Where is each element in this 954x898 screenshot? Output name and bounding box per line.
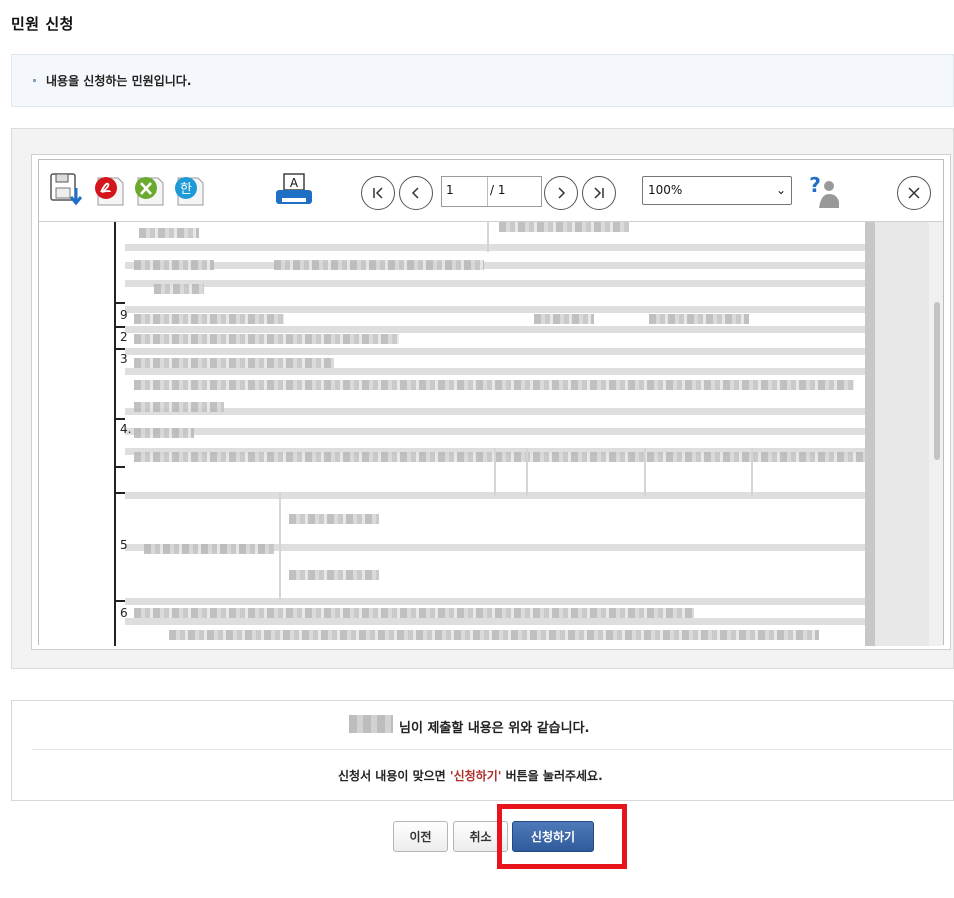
- instruction-line: 신청서 내용이 맞으면 '신청하기' 버튼을 눌러주세요.: [338, 767, 603, 784]
- page-edge: [865, 222, 875, 646]
- prev-page-icon: [411, 187, 419, 199]
- next-page-icon: [558, 187, 566, 199]
- report-viewer-frame: 한 A 1 / 1 100% ⌄ ? 9 2 3 4. 5 6: [31, 154, 951, 650]
- first-page-button[interactable]: [361, 176, 395, 210]
- instruction-suffix: 버튼을 눌러주세요.: [501, 769, 603, 783]
- row-number: 3: [120, 352, 128, 366]
- total-pages-label: / 1: [490, 183, 506, 197]
- scrollbar-thumb[interactable]: [934, 302, 940, 460]
- last-page-icon: [594, 187, 604, 199]
- page-title: 민원 신청: [11, 15, 74, 33]
- first-page-icon: [373, 187, 383, 199]
- svg-text:한: 한: [180, 182, 192, 197]
- svg-text:?: ?: [809, 173, 821, 197]
- summary-divider: [32, 749, 952, 750]
- next-page-button[interactable]: [544, 176, 578, 210]
- close-icon: [908, 187, 920, 199]
- close-viewer-button[interactable]: [897, 176, 931, 210]
- row-number: 4.: [120, 422, 132, 436]
- document-scrollbar[interactable]: [929, 222, 943, 646]
- notice-bullet: [33, 79, 36, 82]
- pdf-icon[interactable]: [92, 172, 126, 212]
- row-number: 2: [120, 330, 128, 344]
- prev-button[interactable]: 이전: [393, 821, 448, 852]
- report-viewer: 한 A 1 / 1 100% ⌄ ? 9 2 3 4. 5 6: [38, 159, 944, 646]
- zoom-select[interactable]: 100% ⌄: [642, 176, 792, 205]
- instruction-prefix: 신청서 내용이 맞으면: [338, 769, 450, 783]
- row-number: 5: [120, 538, 128, 552]
- chevron-down-icon: ⌄: [775, 183, 786, 197]
- viewer-toolbar: 한 A 1 / 1 100% ⌄ ?: [39, 160, 943, 222]
- help-icon[interactable]: ?: [807, 172, 843, 214]
- save-download-icon[interactable]: [49, 172, 85, 214]
- document-preview: 9 2 3 4. 5 6: [39, 222, 943, 646]
- masked-applicant-name: [349, 715, 393, 733]
- row-number: 9: [120, 308, 128, 322]
- svg-text:A: A: [290, 176, 299, 190]
- document-page: 9 2 3 4. 5 6: [39, 222, 875, 646]
- prev-page-button[interactable]: [399, 176, 433, 210]
- instruction-highlight: '신청하기': [449, 769, 502, 783]
- notice-text: 내용을 신청하는 민원입니다.: [46, 74, 192, 88]
- notice-box: 내용을 신청하는 민원입니다.: [11, 54, 954, 107]
- form-left-border: [114, 222, 116, 646]
- page-number-field[interactable]: 1 / 1: [441, 176, 542, 207]
- row-number: 6: [120, 606, 128, 620]
- excel-icon[interactable]: [132, 172, 166, 212]
- report-viewer-container: 한 A 1 / 1 100% ⌄ ? 9 2 3 4. 5 6: [11, 128, 954, 669]
- current-page-input[interactable]: 1: [442, 177, 488, 206]
- last-page-button[interactable]: [582, 176, 616, 210]
- submit-highlight-annotation: [497, 804, 627, 869]
- hwp-icon[interactable]: 한: [172, 172, 206, 212]
- print-icon[interactable]: A: [274, 172, 314, 214]
- zoom-value: 100%: [648, 183, 683, 197]
- summary-line: 님이 제출할 내용은 위와 같습니다.: [399, 721, 590, 736]
- submission-summary: 님이 제출할 내용은 위와 같습니다. 신청서 내용이 맞으면 '신청하기' 버…: [11, 700, 954, 801]
